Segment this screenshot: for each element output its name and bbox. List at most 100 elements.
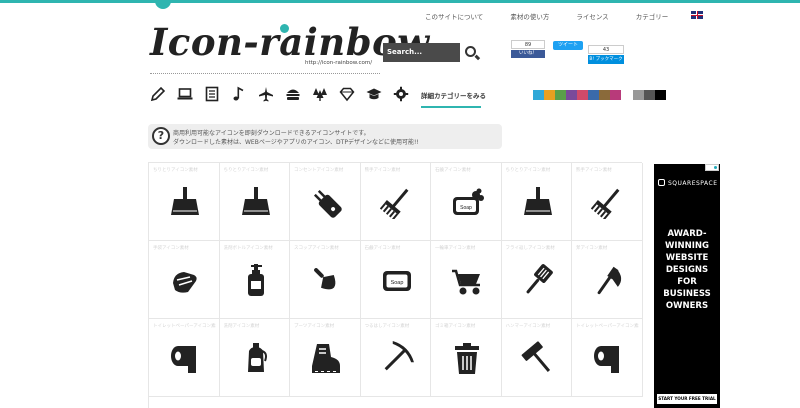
advertisement-banner[interactable]: SQUARESPACE AWARD- WINNING WEBSITE DESIG… <box>654 164 720 408</box>
color-filter-swatch[interactable] <box>555 90 566 100</box>
toilet-paper-icon[interactable] <box>591 341 625 375</box>
color-filter-swatch[interactable] <box>610 90 621 100</box>
trees-icon[interactable] <box>312 86 328 102</box>
icon-grid-item[interactable]: 手袋アイコン素材 <box>149 241 220 319</box>
nav-item-about[interactable]: このサイトについて <box>425 11 483 21</box>
nav-item-license[interactable]: ライセンス <box>576 11 608 21</box>
mono-filter-swatch[interactable] <box>644 90 655 100</box>
axe-icon[interactable] <box>591 263 625 297</box>
icon-grid-item[interactable]: 洗剤ボトルアイコン素材 <box>219 241 290 319</box>
icon-caption: スコップアイコン素材 <box>294 246 339 251</box>
spatula-icon[interactable] <box>521 263 555 297</box>
icon-grid-item[interactable]: フライ返しアイコン素材 <box>501 241 572 319</box>
info-banner: ? 商用利用可能なアイコンを即刻ダウンロードできるアイコンサイトです。 ダウンロ… <box>148 124 502 149</box>
pencil-icon[interactable] <box>150 86 166 102</box>
top-accent-bar <box>0 0 800 3</box>
airplane-icon[interactable] <box>258 86 274 102</box>
color-filter-swatch[interactable] <box>544 90 555 100</box>
hamburger-icon[interactable] <box>285 86 301 102</box>
uk-flag-icon[interactable] <box>691 11 703 19</box>
icon-grid-item[interactable]: ハンマーアイコン素材 <box>501 319 572 397</box>
laptop-icon[interactable] <box>177 86 193 102</box>
icon-grid-item[interactable]: 斧アイコン素材 <box>572 241 643 319</box>
search-icon[interactable] <box>465 46 476 57</box>
color-filter-swatch[interactable] <box>577 90 588 100</box>
icon-grid-item[interactable]: 石鹸アイコン素材 Soap <box>431 163 502 241</box>
soap-icon[interactable]: Soap <box>380 263 414 297</box>
soap-foam-icon[interactable]: Soap <box>450 185 484 219</box>
facebook-like-widget[interactable]: 89 いいね！ <box>511 40 545 58</box>
tweet-button[interactable]: ツイート <box>553 41 583 50</box>
top-nav: このサイトについて 素材の使い方 ライセンス カテゴリー <box>425 11 695 21</box>
trash-can-icon[interactable] <box>450 341 484 375</box>
pickaxe-icon[interactable] <box>380 341 414 375</box>
graduation-cap-icon[interactable] <box>366 86 382 102</box>
icon-grid-item[interactable]: 一輪車アイコン素材 <box>431 241 502 319</box>
icon-grid-item[interactable]: ちりとりアイコン素材 <box>149 163 220 241</box>
hatena-count: 43 <box>588 45 624 54</box>
nav-item-category[interactable]: カテゴリー <box>636 11 669 21</box>
icon-caption: コンセントアイコン素材 <box>294 168 344 173</box>
icon-caption: ちりとりアイコン素材 <box>505 168 551 173</box>
color-filter-swatch[interactable] <box>599 90 610 100</box>
hammer-icon[interactable] <box>521 341 555 375</box>
logo-dot <box>280 24 289 33</box>
icon-grid-item[interactable]: ちりとりアイコン素材 <box>501 163 572 241</box>
trowel-icon[interactable] <box>309 263 343 297</box>
icon-grid-item[interactable]: スコップアイコン素材 <box>290 241 361 319</box>
icon-grid-item[interactable]: つるはしアイコン素材 <box>360 319 431 397</box>
detergent-icon[interactable] <box>239 341 273 375</box>
rake-icon[interactable] <box>379 185 414 219</box>
icon-caption: 洗剤アイコン素材 <box>223 324 260 329</box>
rake-icon[interactable] <box>591 185 625 219</box>
facebook-like-button[interactable]: いいね！ <box>511 50 545 58</box>
squarespace-logo-icon <box>658 179 665 186</box>
icon-grid-item[interactable]: 石鹸アイコン素材 Soap <box>360 241 431 319</box>
hatena-bookmark-widget[interactable]: 43 B! ブックマーク <box>588 45 624 64</box>
icon-grid-item[interactable]: トイレットペーパーアイコン素材 <box>572 319 643 397</box>
toilet-paper-icon[interactable] <box>168 341 202 375</box>
logo-divider <box>150 73 380 74</box>
mono-filter-swatch[interactable] <box>633 90 644 100</box>
facebook-count: 89 <box>511 40 545 49</box>
more-categories-link[interactable]: 詳細カテゴリーをみる <box>421 90 486 100</box>
nav-item-usage[interactable]: 素材の使い方 <box>510 11 549 21</box>
color-filter-swatch[interactable] <box>566 90 577 100</box>
icon-caption: ちりとりアイコン素材 <box>223 168 269 173</box>
music-note-icon[interactable] <box>231 86 247 102</box>
icon-caption: つるはしアイコン素材 <box>364 324 410 329</box>
diamond-icon[interactable] <box>339 86 355 102</box>
gloves-icon[interactable] <box>168 263 202 297</box>
ad-headline-line: WINNING <box>664 241 710 251</box>
ad-headline: AWARD- WINNING WEBSITE DESIGNS FOR BUSIN… <box>654 228 720 312</box>
icon-grid-item[interactable]: ゴミ箱アイコン素材 <box>431 319 502 397</box>
ad-headline-line: WEBSITE <box>665 253 709 263</box>
mono-filter-swatch[interactable] <box>655 90 666 100</box>
icon-grid-item[interactable]: トイレットペーパーアイコン素材 <box>149 319 220 397</box>
ad-choices-icon[interactable] <box>705 164 719 171</box>
dustpan-icon[interactable] <box>239 185 273 219</box>
wheelbarrow-icon[interactable] <box>450 263 484 297</box>
document-icon[interactable] <box>204 86 220 102</box>
icon-caption: ちりとりアイコン素材 <box>153 168 198 173</box>
icon-grid-item[interactable]: 洗剤アイコン素材 <box>219 319 290 397</box>
pump-bottle-icon[interactable] <box>239 263 273 297</box>
color-filter-swatch[interactable] <box>533 90 544 100</box>
color-filter-swatch[interactable] <box>588 90 599 100</box>
hatena-bookmark-button[interactable]: B! ブックマーク <box>588 55 624 64</box>
icon-grid-item[interactable]: 熊手アイコン素材 <box>572 163 643 241</box>
gear-icon[interactable] <box>393 86 409 102</box>
dustpan-icon[interactable] <box>521 185 555 219</box>
svg-text:Soap: Soap <box>460 205 472 211</box>
search-input[interactable]: Search... <box>383 43 460 62</box>
site-url: http://icon-rainbow.com/ <box>305 60 373 66</box>
boot-icon[interactable] <box>309 341 343 375</box>
icon-grid-item[interactable]: 熊手アイコン素材 <box>360 163 431 241</box>
icon-grid-item[interactable]: コンセントアイコン素材 <box>290 163 361 241</box>
icon-grid-item[interactable]: ブーツアイコン素材 <box>290 319 361 397</box>
icon-caption: ブーツアイコン素材 <box>294 324 335 329</box>
icon-grid-item[interactable]: ちりとりアイコン素材 <box>219 163 290 241</box>
dustpan-icon[interactable] <box>168 185 202 219</box>
ad-cta-button[interactable]: START YOUR FREE TRIAL <box>657 394 717 404</box>
plug-icon[interactable] <box>309 185 343 219</box>
